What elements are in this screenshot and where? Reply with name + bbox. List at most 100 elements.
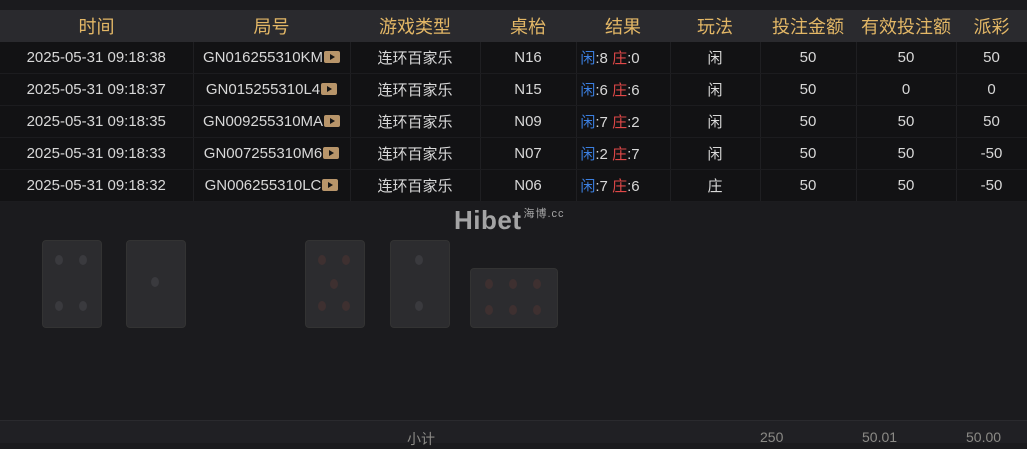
- game-type-cell: 连环百家乐: [350, 169, 481, 202]
- player-score: :2: [595, 146, 608, 163]
- player-label: 闲: [580, 178, 596, 195]
- table-row: 2025-05-31 09:18:33 GN007255310M6 连环百家乐 N07…: [0, 137, 1027, 170]
- banker-score: :6: [627, 178, 640, 195]
- payout-cell: -50: [956, 137, 1027, 170]
- round-cell[interactable]: GN015255310L4: [193, 73, 351, 106]
- banker-label: 庄: [612, 114, 628, 131]
- game-type-cell: 连环百家乐: [350, 42, 481, 74]
- column-header-payout[interactable]: 派彩: [956, 10, 1027, 42]
- column-header-round[interactable]: 局号: [193, 10, 350, 42]
- subtotal-payout: 50.00: [966, 429, 1002, 445]
- background-card: [42, 240, 102, 328]
- round-id[interactable]: GN009255310MA: [203, 113, 323, 130]
- round-cell[interactable]: GN009255310MA: [193, 105, 351, 138]
- player-score: :7: [595, 178, 608, 195]
- bet-amount-cell: 50: [760, 169, 857, 202]
- table-cell: N07: [480, 137, 577, 170]
- subtotal-bet-amount: 250: [760, 429, 784, 445]
- payout-cell: -50: [956, 169, 1027, 202]
- column-header-time[interactable]: 时间: [0, 10, 193, 42]
- table-cell: N06: [480, 169, 577, 202]
- background-card: [390, 240, 450, 328]
- play-cell: i庄: [670, 169, 761, 202]
- column-header-game-type[interactable]: 游戏类型: [350, 10, 480, 42]
- column-header-bet-amount[interactable]: 投注金额: [760, 10, 856, 42]
- table-row: 2025-05-31 09:18:35 GN009255310MA 连环百家乐 N09…: [0, 105, 1027, 138]
- round-id[interactable]: GN006255310LC: [205, 177, 322, 194]
- play-type: 闲: [707, 146, 723, 163]
- valid-bet-cell: 50: [856, 137, 957, 170]
- bet-records-table: 时间 局号 游戏类型 桌枱 结果 玩法 投注金额 有效投注额 派彩 2025-0…: [0, 10, 1027, 202]
- column-header-play[interactable]: 玩法: [670, 10, 760, 42]
- hibet-watermark-logo: Hibet 海博.cc: [454, 205, 565, 235]
- subtotal-valid-bet: 50.01: [862, 429, 898, 445]
- banker-score: :6: [627, 82, 640, 99]
- background-card: [305, 240, 365, 328]
- play-video-icon[interactable]: [322, 179, 339, 191]
- column-header-valid-bet[interactable]: 有效投注额: [856, 10, 956, 42]
- play-type: 闲: [707, 114, 723, 131]
- valid-bet-cell: 50: [856, 169, 957, 202]
- round-cell[interactable]: GN006255310LC: [193, 169, 351, 202]
- table-row: 2025-05-31 09:18:32 GN006255310LC 连环百家乐 N06…: [0, 169, 1027, 202]
- round-cell[interactable]: GN016255310KM: [193, 42, 351, 74]
- time-cell: 2025-05-31 09:18:33: [0, 137, 194, 170]
- time-cell: 2025-05-31 09:18:35: [0, 105, 194, 138]
- table-row: 2025-05-31 09:18:37 GN015255310L4 连环百家乐 N15…: [0, 73, 1027, 106]
- bet-amount-cell: 50: [760, 105, 857, 138]
- player-label: 闲: [580, 50, 596, 67]
- valid-bet-cell: 50: [856, 42, 957, 74]
- banker-label: 庄: [612, 146, 628, 163]
- banker-score: :2: [627, 114, 640, 131]
- player-score: :8: [595, 50, 608, 67]
- banker-score: :0: [627, 50, 640, 67]
- result-cell: 闲:2 庄:7: [576, 137, 671, 170]
- banker-label: 庄: [612, 50, 628, 67]
- subtotal-bar: 小计 250 50.01 50.00: [0, 420, 1027, 447]
- player-label: 闲: [580, 114, 596, 131]
- column-header-result[interactable]: 结果: [576, 10, 670, 42]
- table-cell: N16: [480, 42, 577, 74]
- column-header-table[interactable]: 桌枱: [480, 10, 576, 42]
- player-score: :7: [595, 114, 608, 131]
- play-video-icon[interactable]: [323, 147, 340, 159]
- play-type: 闲: [707, 82, 723, 99]
- result-cell: 闲:7 庄:2: [576, 105, 671, 138]
- time-cell: 2025-05-31 09:18:37: [0, 73, 194, 106]
- round-id[interactable]: GN015255310L4: [206, 81, 320, 98]
- bet-amount-cell: 50: [760, 42, 857, 74]
- payout-cell: 50: [956, 42, 1027, 74]
- payout-cell: 50: [956, 105, 1027, 138]
- bet-amount-cell: 50: [760, 73, 857, 106]
- banker-score: :7: [627, 146, 640, 163]
- round-cell[interactable]: GN007255310M6: [193, 137, 351, 170]
- play-video-icon[interactable]: [324, 51, 341, 63]
- table-cell: N15: [480, 73, 577, 106]
- background-card: [126, 240, 186, 328]
- payout-cell: 0: [956, 73, 1027, 106]
- table-row: 2025-05-31 09:18:38 GN016255310KM 连环百家乐 N16…: [0, 42, 1027, 74]
- play-type: 庄: [707, 178, 723, 195]
- result-cell: 闲:8 庄:0: [576, 42, 671, 74]
- round-id[interactable]: GN016255310KM: [203, 49, 323, 66]
- banker-label: 庄: [612, 82, 628, 99]
- result-cell: 闲:6 庄:6: [576, 73, 671, 106]
- background-card: [470, 268, 558, 328]
- play-video-icon[interactable]: [321, 83, 338, 95]
- player-score: :6: [595, 82, 608, 99]
- time-cell: 2025-05-31 09:18:38: [0, 42, 194, 74]
- game-type-cell: 连环百家乐: [350, 137, 481, 170]
- table-cell: N09: [480, 105, 577, 138]
- valid-bet-cell: 50: [856, 105, 957, 138]
- play-cell: i闲: [670, 137, 761, 170]
- play-video-icon[interactable]: [324, 115, 341, 127]
- game-type-cell: 连环百家乐: [350, 73, 481, 106]
- subtotal-label: 小计: [407, 431, 435, 447]
- result-cell: 闲:7 庄:6: [576, 169, 671, 202]
- play-cell: i闲: [670, 105, 761, 138]
- round-id[interactable]: GN007255310M6: [204, 145, 322, 162]
- play-cell: i闲: [670, 73, 761, 106]
- player-label: 闲: [580, 146, 596, 163]
- valid-bet-cell: 0: [856, 73, 957, 106]
- player-label: 闲: [580, 82, 596, 99]
